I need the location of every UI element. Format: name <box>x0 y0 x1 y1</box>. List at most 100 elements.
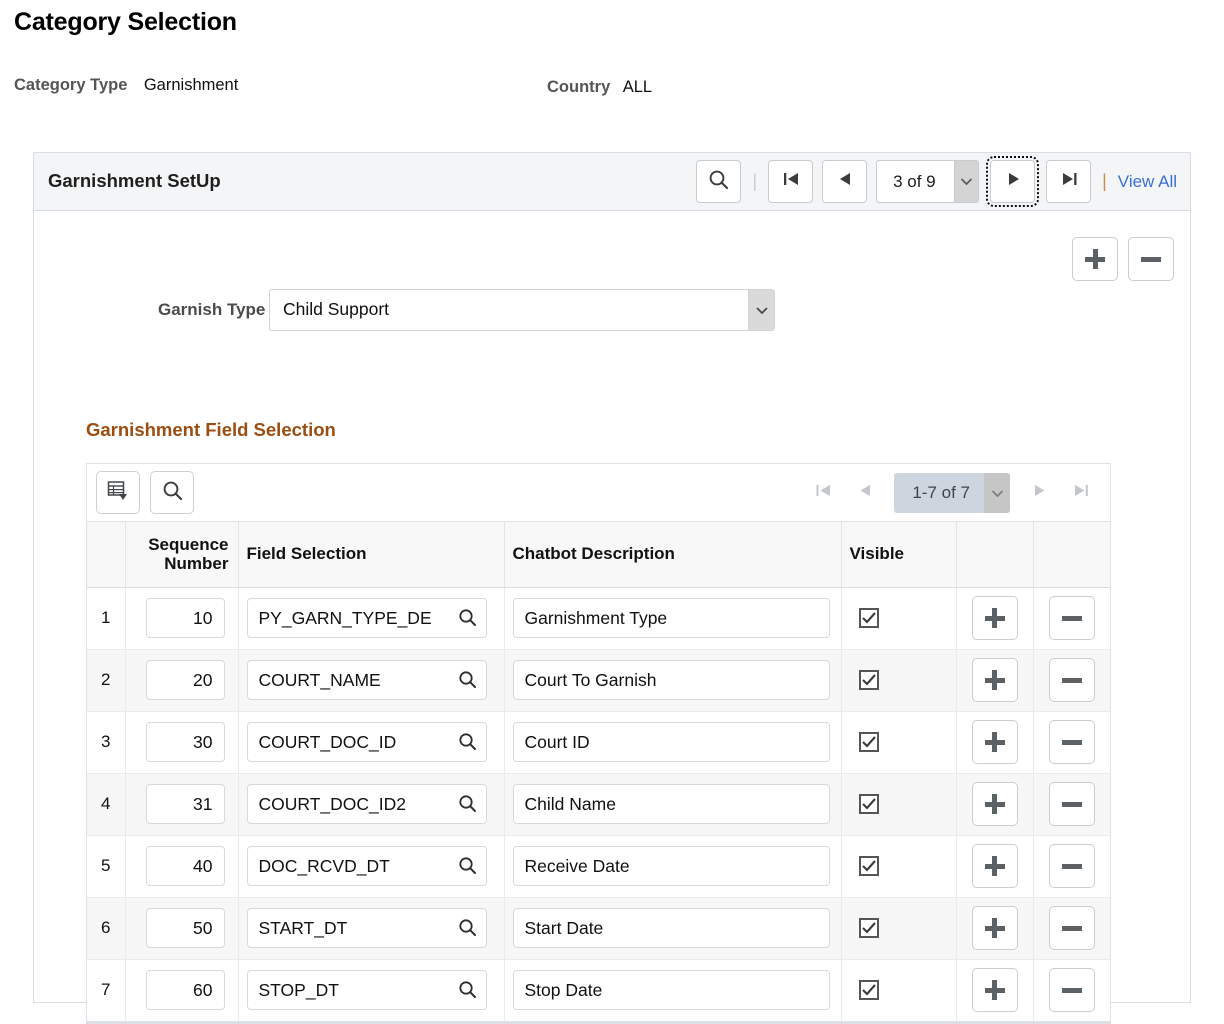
sequence-number-input[interactable]: 40 <box>145 846 225 886</box>
chatbot-description-input[interactable]: Garnishment Type <box>512 598 830 638</box>
next-page-icon <box>1004 170 1022 193</box>
sequence-cell: 50 <box>125 897 239 960</box>
chatbot-description-input[interactable]: Court To Garnish <box>512 660 830 700</box>
chatbot-description-input[interactable]: Court ID <box>512 722 830 762</box>
add-row-button[interactable] <box>1072 237 1118 281</box>
add-row-button[interactable] <box>971 844 1018 888</box>
sequence-number-value: 30 <box>193 731 213 752</box>
row-index: 1 <box>101 608 111 627</box>
view-all-link[interactable]: View All <box>1118 172 1177 192</box>
delete-row-button[interactable] <box>1048 844 1095 888</box>
delete-row-button[interactable] <box>1048 658 1095 702</box>
panel-body: Garnish Type Child Support Garnishment F… <box>34 211 1190 1024</box>
grid-first-page-button[interactable] <box>802 472 844 514</box>
grid-last-page-button[interactable] <box>1060 472 1102 514</box>
country-label: Country <box>547 78 611 96</box>
row-index-cell: 6 <box>87 897 126 960</box>
sequence-number-value: 10 <box>193 607 213 628</box>
field-selection-input[interactable]: PY_GARN_TYPE_DE <box>246 598 487 638</box>
sequence-number-input[interactable]: 50 <box>145 908 225 948</box>
grid-range-select[interactable]: 1-7 of 7 <box>894 473 1010 513</box>
field-selection-input[interactable]: START_DT <box>246 908 487 948</box>
delete-row-cell <box>1033 649 1110 712</box>
sequence-number-input[interactable]: 30 <box>145 722 225 762</box>
delete-row-button[interactable] <box>1048 720 1095 764</box>
chatbot-description-input[interactable]: Child Name <box>512 784 830 824</box>
visible-checkbox[interactable] <box>858 918 879 938</box>
first-page-icon <box>782 170 800 193</box>
sequence-number-value: 50 <box>193 917 213 938</box>
visible-checkbox[interactable] <box>858 980 879 1001</box>
garnish-type-value: Child Support <box>283 299 390 319</box>
next-page-button[interactable] <box>986 156 1040 207</box>
chatbot-description-input[interactable]: Receive Date <box>512 846 830 886</box>
first-page-button[interactable] <box>768 160 814 203</box>
delete-row-button[interactable] <box>1048 782 1095 826</box>
page-meta-row: Category Type Garnishment Country ALL <box>0 76 1224 102</box>
field-selection-input[interactable]: COURT_NAME <box>246 660 487 700</box>
lookup-icon[interactable] <box>458 980 477 1004</box>
visible-checkbox[interactable] <box>858 670 879 690</box>
add-row-button[interactable] <box>971 968 1018 1013</box>
last-page-button[interactable] <box>1046 160 1092 203</box>
field-selection-input[interactable]: DOC_RCVD_DT <box>246 846 487 886</box>
sequence-number-input[interactable]: 31 <box>145 784 225 824</box>
download-to-spreadsheet-button[interactable] <box>96 471 140 514</box>
previous-page-button[interactable] <box>822 160 868 203</box>
search-button[interactable] <box>696 160 742 203</box>
table-header-row: Sequence Number Field Selection Chatbot … <box>87 522 1110 588</box>
sequence-number-input[interactable]: 10 <box>145 598 225 638</box>
delete-row-button[interactable] <box>1048 968 1095 1013</box>
plus-icon <box>984 670 1005 690</box>
row-index-cell: 5 <box>87 835 126 898</box>
chatbot-description-input[interactable]: Stop Date <box>512 970 830 1011</box>
visible-checkbox[interactable] <box>858 794 879 814</box>
lookup-icon[interactable] <box>458 918 477 942</box>
visible-cell <box>841 649 957 712</box>
field-selection-value: START_DT <box>258 917 348 938</box>
find-icon <box>162 480 183 506</box>
lookup-icon[interactable] <box>458 794 477 818</box>
field-selection-input[interactable]: STOP_DT <box>246 970 487 1011</box>
chatbot-description-input[interactable]: Start Date <box>512 908 830 948</box>
grid-previous-page-button[interactable] <box>844 472 886 514</box>
chevron-down-icon <box>984 473 1010 513</box>
visible-checkbox[interactable] <box>858 856 879 876</box>
grid-next-page-button[interactable] <box>1018 472 1060 514</box>
visible-checkbox[interactable] <box>858 608 879 628</box>
lookup-icon[interactable] <box>458 856 477 880</box>
sequence-number-input[interactable]: 60 <box>145 970 225 1011</box>
lookup-icon[interactable] <box>458 670 477 694</box>
field-selection-input[interactable]: COURT_DOC_ID <box>246 722 487 762</box>
page-position-select[interactable]: 3 of 9 <box>876 160 980 203</box>
plus-icon <box>984 980 1005 1001</box>
minus-icon <box>1061 615 1082 621</box>
delete-row-button[interactable] <box>1048 906 1095 950</box>
field-selection-input[interactable]: COURT_DOC_ID2 <box>246 784 487 824</box>
chatbot-description-cell: Receive Date <box>504 835 842 898</box>
scroll-pager: | 3 of 9 | View All <box>696 156 1181 207</box>
sequence-number-input[interactable]: 20 <box>145 660 225 700</box>
delete-row-button[interactable] <box>1048 596 1095 640</box>
add-row-button[interactable] <box>971 782 1018 826</box>
garnish-type-select[interactable]: Child Support <box>269 289 775 331</box>
sequence-cell: 40 <box>125 835 239 898</box>
grid-range-value: 1-7 of 7 <box>912 483 970 502</box>
row-index: 7 <box>101 980 111 1000</box>
find-button[interactable] <box>150 471 194 514</box>
last-page-icon <box>1060 170 1078 193</box>
lookup-icon[interactable] <box>458 608 477 632</box>
add-row-button[interactable] <box>971 720 1018 764</box>
table-row: 4 31 COURT_DOC_ID2 Child Name <box>87 773 1110 836</box>
plus-icon <box>984 794 1005 814</box>
grid-toolbar: 1-7 of 7 <box>87 464 1110 522</box>
delete-row-button[interactable] <box>1128 237 1174 281</box>
field-selection-value: PY_GARN_TYPE_DE <box>258 607 432 628</box>
table-row: 2 20 COURT_NAME Court To Garnish <box>87 649 1110 712</box>
add-row-button[interactable] <box>971 906 1018 950</box>
visible-checkbox[interactable] <box>858 732 879 752</box>
lookup-icon[interactable] <box>458 732 477 756</box>
add-row-button[interactable] <box>971 596 1018 640</box>
add-row-button[interactable] <box>971 658 1018 702</box>
chatbot-description-value: Stop Date <box>524 979 603 1000</box>
